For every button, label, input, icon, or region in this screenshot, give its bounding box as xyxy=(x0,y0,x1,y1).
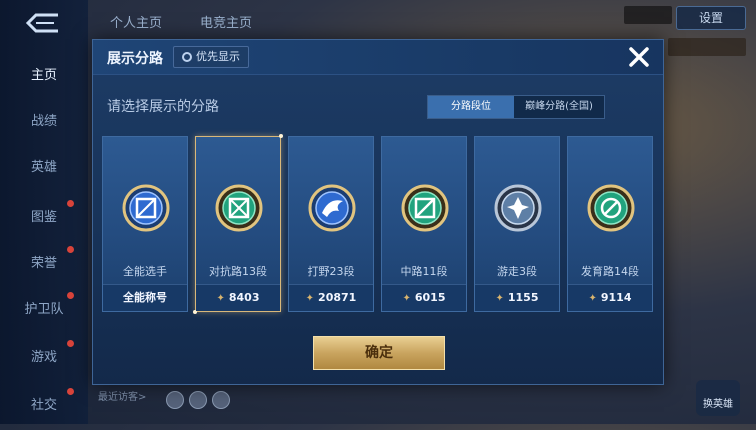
jungle-emblem-icon xyxy=(308,184,356,232)
notification-dot xyxy=(67,200,74,207)
lane-label: 发育路14段 xyxy=(581,265,639,278)
lane-card-all-round[interactable]: 全能选手 全能称号 xyxy=(102,136,188,312)
sidebar-item-games[interactable]: 游戏 xyxy=(0,340,88,365)
wing-icon: ✦ xyxy=(495,293,504,304)
lane-card-roam[interactable]: 游走3段 ✦ 1155 xyxy=(474,136,560,312)
lane-card-farm[interactable]: 发育路14段 ✦ 9114 xyxy=(567,136,653,312)
sidebar-item-record[interactable]: 战绩 xyxy=(0,110,88,129)
tab-esports[interactable]: 电竞主页 xyxy=(200,12,252,31)
priority-display-label: 优先显示 xyxy=(196,50,240,63)
avatar[interactable] xyxy=(212,391,230,409)
avatar[interactable] xyxy=(166,391,184,409)
gear-icon xyxy=(182,52,192,62)
sidebar-item-label: 护卫队 xyxy=(24,302,64,317)
recent-visitors-label[interactable]: 最近访客> xyxy=(98,388,146,403)
tab-peak-lane[interactable]: 巅峰分路(全国) xyxy=(514,96,604,118)
wing-icon: ✦ xyxy=(588,293,597,304)
lane-card-mid[interactable]: 中路11段 ✦ 6015 xyxy=(381,136,467,312)
lane-card-jungle[interactable]: 打野23段 ✦ 20871 xyxy=(288,136,374,312)
sidebar-item-heroes[interactable]: 英雄 xyxy=(0,156,88,175)
sidebar-item-honor[interactable]: 荣誉 xyxy=(0,246,88,271)
lane-card-value: 9114 xyxy=(600,291,632,304)
notification-dot xyxy=(67,292,74,299)
dialog-subtitle: 请选择展示的分路 xyxy=(107,99,219,115)
all-round-emblem-icon xyxy=(122,184,170,232)
lane-label: 中路11段 xyxy=(400,265,448,278)
clash-lane-emblem-icon xyxy=(215,184,263,232)
avatar[interactable] xyxy=(189,391,207,409)
dialog-title: 展示分路 xyxy=(107,51,163,67)
roam-emblem-icon xyxy=(494,184,542,232)
lane-card-footer: 全能称号 xyxy=(103,284,187,311)
lane-label: 全能选手 xyxy=(123,265,167,278)
lane-card-footer: ✦ 9114 xyxy=(568,284,652,311)
notification-dot xyxy=(67,246,74,253)
sidebar-item-guard[interactable]: 护卫队 xyxy=(0,292,88,317)
sidebar-item-social[interactable]: 社交 xyxy=(0,388,88,413)
back-icon[interactable] xyxy=(24,12,62,34)
notification-dot xyxy=(67,388,74,395)
sidebar-item-label: 战绩 xyxy=(30,114,57,129)
sidebar-item-label: 游戏 xyxy=(30,350,57,365)
wing-icon: ✦ xyxy=(305,293,315,304)
change-hero-label: 换英雄 xyxy=(703,399,733,410)
lane-card-value: 8403 xyxy=(228,291,260,304)
tab-profile[interactable]: 个人主页 xyxy=(110,12,162,31)
farm-lane-emblem-icon xyxy=(587,184,635,232)
lane-card-footer: ✦ 1155 xyxy=(475,284,559,311)
wing-icon: ✦ xyxy=(216,293,225,304)
lane-display-dialog: 展示分路 优先显示 请选择展示的分路 分路段位 巅峰分路(全国) 全能选手 全能… xyxy=(92,39,664,385)
priority-display-button[interactable]: 优先显示 xyxy=(173,46,249,68)
close-icon[interactable] xyxy=(625,43,653,71)
confirm-button[interactable]: 确定 xyxy=(313,336,445,370)
top-badge xyxy=(624,6,672,24)
change-hero-button[interactable]: 换英雄 xyxy=(696,380,740,416)
dialog-header: 展示分路 优先显示 xyxy=(93,40,663,75)
lane-label: 打野23段 xyxy=(307,265,355,278)
sidebar-item-label: 社交 xyxy=(30,398,57,413)
sidebar-item-codex[interactable]: 图鉴 xyxy=(0,200,88,225)
tab-lane-rank[interactable]: 分路段位 xyxy=(428,96,514,118)
mid-lane-emblem-icon xyxy=(401,184,449,232)
lane-card-footer: ✦ 8403 xyxy=(196,284,280,311)
lane-card-footer: ✦ 20871 xyxy=(289,284,373,311)
background-button[interactable] xyxy=(668,38,746,56)
lane-card-value: 全能称号 xyxy=(123,291,167,304)
sidebar-item-label: 主页 xyxy=(30,68,57,83)
wing-icon: ✦ xyxy=(402,293,411,304)
sidebar-item-home[interactable]: 主页 xyxy=(0,64,88,83)
notification-dot xyxy=(67,340,74,347)
lane-label: 游走3段 xyxy=(497,265,537,278)
lane-card-clash[interactable]: 对抗路13段 ✦ 8403 xyxy=(193,134,283,314)
sidebar-item-label: 英雄 xyxy=(30,160,57,175)
lane-card-footer: ✦ 6015 xyxy=(382,284,466,311)
lane-card-value: 1155 xyxy=(507,291,539,304)
settings-button[interactable]: 设置 xyxy=(676,6,746,30)
lane-mode-toggle: 分路段位 巅峰分路(全国) xyxy=(427,95,605,119)
lane-label: 对抗路13段 xyxy=(209,265,267,278)
selection-corner xyxy=(279,134,283,138)
sidebar: 主页 战绩 英雄 图鉴 荣誉 护卫队 游戏 社交 xyxy=(0,0,88,424)
lane-card-value: 6015 xyxy=(414,291,446,304)
sidebar-item-label: 荣誉 xyxy=(30,256,57,271)
sidebar-item-label: 图鉴 xyxy=(30,210,57,225)
lane-card-value: 20871 xyxy=(318,291,357,304)
